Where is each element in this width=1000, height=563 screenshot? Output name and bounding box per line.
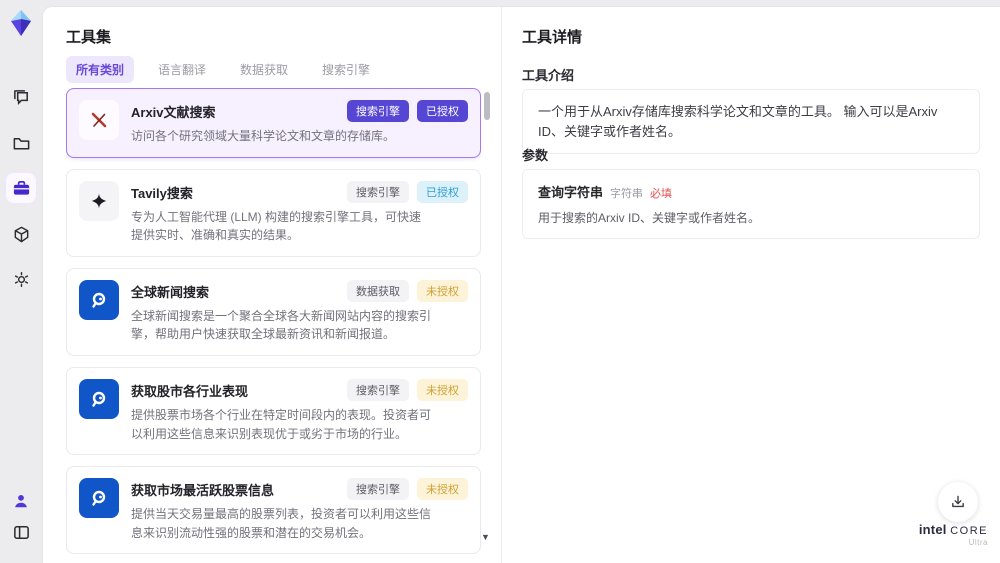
param-type: 字符串 (610, 188, 644, 200)
tool-list-item[interactable]: 全球新闻搜索 数据获取 未授权 全球新闻搜索是一个聚合全球各大新闻网站内容的搜索… (66, 267, 481, 356)
tool-description: 访问各个研究领域大量科学论文和文章的存储库。 (131, 129, 396, 143)
tool-list-pane: 工具集 所有类别 语言翻译 数据获取 搜索引擎 Arxiv文献搜索 搜索引擎 已授权 … (43, 7, 501, 563)
list-scrollbar[interactable] (484, 88, 490, 556)
tool-detail-pane: 工具详情 工具介绍 一个用于从Arxiv存储库搜索科学论文和文章的工具。 输入可… (502, 7, 1000, 563)
arxiv-icon (79, 100, 119, 140)
param-name: 查询字符串 (538, 185, 604, 200)
tool-description: 全球新闻搜索是一个聚合全球各大新闻网站内容的搜索引擎，帮助用户快速获取全球最新资… (131, 308, 432, 342)
globe-news-icon (79, 279, 119, 320)
page-title: 工具集 (66, 29, 112, 46)
app-logo-icon (7, 9, 35, 37)
param-description: 用于搜索的Arxiv ID、关键字或作者姓名。 (538, 211, 761, 225)
tab-所有类别[interactable]: 所有类别 (66, 56, 135, 83)
download-icon (952, 495, 964, 508)
scrollbar-thumb[interactable] (484, 92, 490, 120)
scrollbar-down-arrow[interactable]: ▼ (481, 532, 490, 542)
app-sidebar (0, 0, 42, 563)
intel-core-logo: intel CORE Ultra (919, 523, 988, 547)
panel-toggle-icon[interactable] (6, 517, 36, 547)
cube-icon[interactable] (6, 219, 36, 249)
intro-text: 一个用于从Arxiv存储库搜索科学论文和文章的工具。 输入可以是Arxiv ID… (538, 104, 938, 139)
param-box: 查询字符串 字符串 必填 用于搜索的Arxiv ID、关键字或作者姓名。 (522, 169, 980, 239)
tool-category-tag: 搜索引擎 (347, 478, 409, 501)
tool-name: 全球新闻搜索 (131, 284, 210, 300)
chat-icon[interactable] (6, 82, 36, 112)
tool-description: 提供当天交易量最高的股票列表，投资者可以利用这些信息来识别流动性强的股票和潜在的… (131, 507, 432, 540)
tool-name: Tavily搜索 (131, 185, 193, 201)
param-required-badge: 必填 (650, 188, 673, 200)
tab-搜索引擎[interactable]: 搜索引擎 (312, 56, 380, 83)
tool-description: 提供股票市场各个行业在特定时间段内的表现。投资者可以利用这些信息来识别表现优于或… (131, 407, 432, 441)
tool-status-badge: 未授权 (417, 378, 468, 401)
intro-heading: 工具介绍 (522, 68, 575, 83)
tool-category-tag: 搜索引擎 (347, 180, 409, 203)
main-window: 工具集 所有类别 语言翻译 数据获取 搜索引擎 Arxiv文献搜索 搜索引擎 已授权 … (42, 6, 1000, 563)
tool-status-badge: 已授权 (417, 100, 468, 122)
tool-category-tag: 搜索引擎 (347, 100, 409, 122)
tab-语言翻译[interactable]: 语言翻译 (148, 56, 216, 83)
globe-news-icon (79, 478, 119, 519)
intel-product-tier: Ultra (968, 538, 988, 547)
detail-title: 工具详情 (522, 29, 583, 46)
folder-icon[interactable] (6, 128, 36, 158)
intel-brand-name: intel (918, 522, 947, 537)
tool-list: Arxiv文献搜索 搜索引擎 已授权 访问各个研究领域大量科学论文和文章的存储库… (66, 88, 481, 563)
tool-list-item[interactable]: 获取股市各行业表现 搜索引擎 未授权 提供股票市场各个行业在特定时间段内的表现。… (66, 366, 481, 456)
tool-list-item[interactable]: Tavily搜索 搜索引擎 已授权 专为人工智能代理 (LLM) 构建的搜索引擎… (66, 168, 481, 257)
tool-status-badge: 未授权 (417, 279, 468, 302)
gear-icon[interactable] (6, 264, 36, 294)
tool-list-item[interactable]: Arxiv文献搜索 搜索引擎 已授权 访问各个研究领域大量科学论文和文章的存储库… (66, 88, 481, 158)
tool-status-badge: 已授权 (417, 180, 468, 203)
tool-category-tag: 数据获取 (347, 279, 409, 302)
intro-box: 一个用于从Arxiv存储库搜索科学论文和文章的工具。 输入可以是Arxiv ID… (522, 89, 980, 154)
params-heading: 参数 (522, 148, 549, 163)
tool-category-tag: 搜索引擎 (347, 378, 409, 401)
intel-product-name: CORE (950, 525, 988, 537)
briefcase-icon-active[interactable] (6, 173, 36, 203)
tool-status-badge: 未授权 (417, 478, 468, 501)
sparkle-icon (79, 180, 119, 221)
tool-name: 获取股市各行业表现 (131, 383, 249, 399)
tool-description: 专为人工智能代理 (LLM) 构建的搜索引擎工具，可快速提供实时、准确和真实的结… (131, 209, 422, 243)
tool-list-item[interactable]: 获取市场最活跃股票信息 搜索引擎 未授权 提供当天交易量最高的股票列表，投资者可… (66, 466, 481, 555)
category-tabs: 所有类别 语言翻译 数据获取 搜索引擎 (66, 56, 380, 83)
globe-news-icon (79, 378, 119, 419)
tool-name: 获取市场最活跃股票信息 (131, 483, 275, 499)
user-icon[interactable] (6, 486, 36, 516)
download-button[interactable] (938, 482, 978, 522)
tab-数据获取[interactable]: 数据获取 (230, 56, 298, 83)
tool-name: Arxiv文献搜索 (131, 105, 216, 120)
